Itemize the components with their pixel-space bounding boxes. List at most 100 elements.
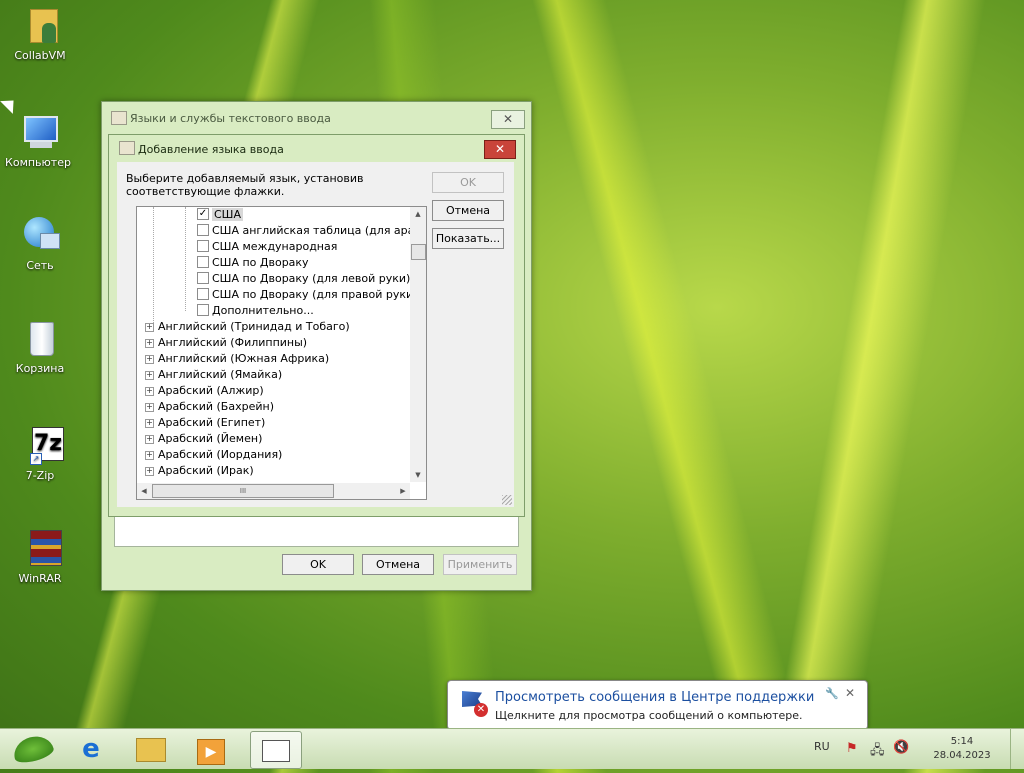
- keyboard-icon: [119, 141, 135, 155]
- close-button[interactable]: ✕: [491, 110, 525, 129]
- ok-button[interactable]: OK: [282, 554, 354, 575]
- tree-subitem[interactable]: США по Двораку (для правой руки): [197, 287, 417, 303]
- desktop-icon-label: Корзина: [15, 362, 65, 375]
- checkbox[interactable]: [197, 288, 209, 300]
- desktop-icon-collabvm[interactable]: CollabVM: [5, 5, 75, 62]
- tree-language-item[interactable]: + Английский (Ямайка): [145, 367, 282, 383]
- desktop-icon-label: Сеть: [26, 259, 54, 272]
- window-title: Языки и службы текстового ввода: [130, 112, 331, 125]
- scroll-right-arrow-icon[interactable]: ▶: [396, 483, 410, 499]
- action-center-flag-icon: ✕: [460, 691, 488, 717]
- horizontal-scrollbar[interactable]: ◀ III ▶: [137, 483, 410, 499]
- desktop-icon-network[interactable]: Сеть: [5, 215, 75, 272]
- expand-icon[interactable]: +: [145, 466, 154, 476]
- tree-subitem[interactable]: США по Двораку (для левой руки): [197, 271, 410, 287]
- start-leaf-icon: [10, 732, 56, 766]
- notification-title[interactable]: Просмотреть сообщения в Центре поддержки: [495, 690, 814, 705]
- desktop-icon-computer[interactable]: Компьютер: [3, 112, 73, 169]
- desktop-icon-label: Компьютер: [5, 156, 71, 169]
- expand-icon[interactable]: +: [145, 402, 154, 412]
- taskbar-internet-explorer[interactable]: e: [66, 731, 116, 767]
- expand-icon[interactable]: +: [145, 434, 154, 444]
- expand-icon[interactable]: +: [145, 322, 154, 332]
- tree-subitem[interactable]: США международная: [197, 239, 337, 255]
- scroll-left-arrow-icon[interactable]: ◀: [137, 483, 151, 499]
- mouse-cursor-icon: [0, 94, 20, 114]
- close-icon: ✕: [502, 112, 514, 126]
- close-icon: ✕: [494, 142, 506, 156]
- vertical-scrollbar[interactable]: ▲ ▼: [410, 207, 426, 482]
- winrar-icon: [20, 528, 62, 568]
- cancel-button[interactable]: Отмена: [362, 554, 434, 575]
- tree-language-item[interactable]: + Арабский (Египет): [145, 415, 265, 431]
- language-indicator[interactable]: RU: [814, 740, 830, 753]
- scroll-down-arrow-icon[interactable]: ▼: [410, 468, 426, 482]
- instruction-text: Выберите добавляемый язык, установив соо…: [126, 172, 364, 198]
- clock-time: 5:14: [950, 736, 974, 747]
- tree-subitem[interactable]: США по Двораку: [197, 255, 309, 271]
- desktop-icon-label: 7-Zip: [25, 469, 55, 482]
- desktop-icon-label: WinRAR: [18, 572, 62, 585]
- expand-icon[interactable]: +: [145, 418, 154, 428]
- media-player-icon: ▶: [197, 739, 225, 765]
- tree-language-item[interactable]: + Арабский (Йемен): [145, 431, 262, 447]
- desktop-icon-winrar[interactable]: WinRAR: [5, 528, 75, 585]
- checkbox[interactable]: [197, 240, 209, 252]
- checkbox[interactable]: [197, 304, 209, 316]
- tree-language-item[interactable]: + Английский (Тринидад и Тобаго): [145, 319, 350, 335]
- taskbar-explorer[interactable]: [126, 731, 176, 767]
- expand-icon[interactable]: +: [145, 338, 154, 348]
- preview-button[interactable]: Показать...: [432, 228, 504, 249]
- notification-text: Щелкните для просмотра сообщений о компь…: [495, 709, 803, 722]
- checkbox[interactable]: [197, 224, 209, 236]
- clock[interactable]: 5:14 28.04.2023: [930, 735, 994, 763]
- expand-icon[interactable]: +: [145, 370, 154, 380]
- desktop-icon-7zip[interactable]: 7z ↗ 7-Zip: [5, 425, 75, 482]
- taskbar-media-player[interactable]: ▶: [186, 731, 236, 767]
- tree-language-item[interactable]: + Арабский (Ирак): [145, 463, 254, 479]
- tree-subitem[interactable]: ✓ США: [197, 207, 243, 223]
- network-icon[interactable]: 🖧: [870, 741, 885, 763]
- computer-icon: [18, 112, 58, 152]
- tree-subitem[interactable]: США английская таблица (для арабск: [197, 223, 426, 239]
- tree-language-item[interactable]: + Арабский (Иордания): [145, 447, 282, 463]
- folder-user-icon: [20, 5, 60, 45]
- checkbox-checked[interactable]: ✓: [197, 208, 209, 220]
- action-center-flag-icon[interactable]: ⚑: [846, 741, 858, 756]
- tree-language-item[interactable]: + Английский (Южная Африка): [145, 351, 329, 367]
- taskbar: e ▶ RU ⚑ 🖧 🔇 5:14 28.04.2023: [0, 728, 1024, 769]
- start-button[interactable]: [8, 731, 58, 767]
- tree-subitem[interactable]: Дополнительно...: [197, 303, 314, 319]
- add-input-language-dialog: Добавление языка ввода ✕ Выберите добавл…: [108, 134, 525, 517]
- expand-icon[interactable]: +: [145, 354, 154, 364]
- internet-explorer-icon: e: [82, 734, 100, 764]
- tree-language-item[interactable]: + Арабский (Бахрейн): [145, 399, 274, 415]
- checkbox[interactable]: [197, 256, 209, 268]
- expand-icon[interactable]: +: [145, 386, 154, 396]
- cancel-button[interactable]: Отмена: [432, 200, 504, 221]
- network-globe-icon: [20, 215, 60, 255]
- scroll-thumb[interactable]: [411, 244, 426, 260]
- clock-date: 28.04.2023: [933, 750, 991, 761]
- folder-icon: [136, 738, 166, 762]
- tree-language-item[interactable]: + Арабский (Алжир): [145, 383, 264, 399]
- close-icon[interactable]: ✕: [845, 686, 855, 700]
- apply-button[interactable]: Применить: [443, 554, 517, 575]
- settings-wrench-icon[interactable]: 🔧: [825, 687, 839, 700]
- language-tree[interactable]: ✓ США США английская таблица (для арабск …: [136, 206, 427, 500]
- desktop-icon-recycle-bin[interactable]: Корзина: [5, 318, 75, 375]
- taskbar-active-window[interactable]: [250, 731, 302, 769]
- 7zip-icon: 7z ↗: [20, 425, 64, 465]
- scroll-up-arrow-icon[interactable]: ▲: [410, 207, 426, 221]
- recycle-bin-icon: [20, 318, 60, 358]
- ok-button[interactable]: OK: [432, 172, 504, 193]
- checkbox[interactable]: [197, 272, 209, 284]
- speaker-muted-icon[interactable]: 🔇: [893, 740, 909, 755]
- scroll-thumb[interactable]: III: [152, 484, 334, 498]
- show-desktop-button[interactable]: [1010, 729, 1024, 769]
- tree-language-item[interactable]: + Английский (Филиппины): [145, 335, 307, 351]
- expand-icon[interactable]: +: [145, 450, 154, 460]
- resize-grip-icon[interactable]: [502, 495, 512, 505]
- notification-balloon[interactable]: ✕ Просмотреть сообщения в Центре поддерж…: [447, 680, 868, 739]
- close-button[interactable]: ✕: [484, 140, 516, 159]
